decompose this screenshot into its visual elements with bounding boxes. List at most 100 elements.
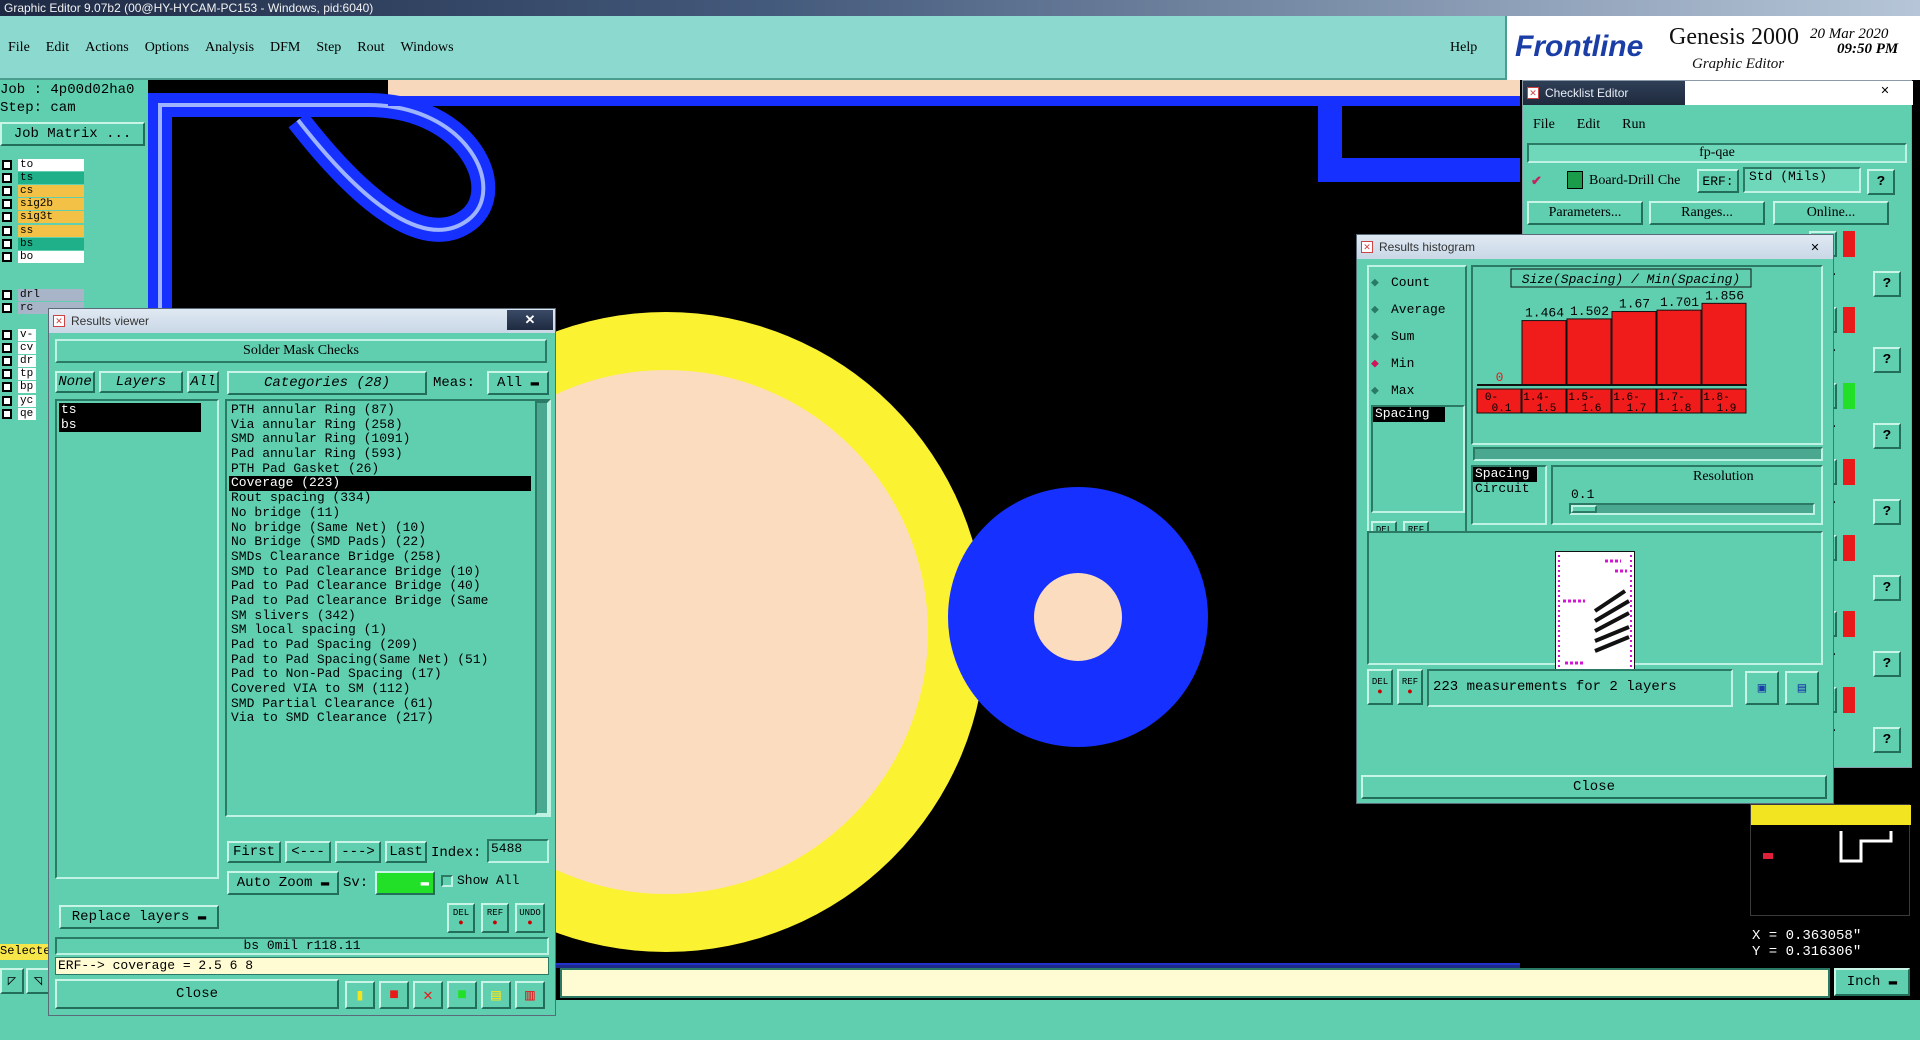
menu-edit[interactable]: Edit — [46, 40, 69, 56]
measure-item[interactable]: Spacing — [1373, 407, 1445, 422]
chart-icon[interactable]: ▥ — [515, 981, 545, 1009]
layer-name[interactable]: v- — [18, 328, 36, 341]
note-icon[interactable]: ▤ — [481, 981, 511, 1009]
checklist-menu-run[interactable]: Run — [1622, 117, 1645, 133]
layer-row[interactable]: cv — [0, 341, 50, 354]
help-icon[interactable]: ? — [1867, 169, 1895, 195]
layer-row[interactable]: sig3t — [0, 211, 120, 224]
meas-dropdown[interactable]: All ▬ — [487, 371, 549, 395]
menu-analysis[interactable]: Analysis — [205, 40, 254, 56]
help-icon[interactable]: ? — [1873, 499, 1901, 525]
layer-name[interactable]: bo — [18, 250, 84, 263]
layer-row[interactable]: bo — [0, 250, 120, 263]
layer-checkbox[interactable] — [2, 329, 12, 340]
layer-row[interactable]: yc — [0, 394, 50, 407]
viewer-close-icon[interactable]: ✕ — [507, 310, 553, 330]
menu-windows[interactable]: Windows — [401, 40, 454, 56]
layer-name[interactable]: drl — [18, 288, 84, 301]
menu-actions[interactable]: Actions — [85, 40, 129, 56]
layer-row[interactable]: qe — [0, 407, 50, 420]
resolution-slider[interactable] — [1569, 503, 1815, 515]
layer-name[interactable]: yc — [18, 394, 36, 407]
menu-help[interactable]: Help — [1450, 40, 1477, 56]
checklist-close-icon[interactable]: ✕ — [1871, 82, 1899, 98]
layer-name[interactable]: to — [18, 158, 84, 171]
prev-button[interactable]: <--- — [285, 841, 331, 863]
layer-row[interactable]: to — [0, 158, 120, 171]
layer-checkbox[interactable] — [2, 342, 12, 353]
category-item[interactable]: SMD to Pad Clearance Bridge (10) — [229, 565, 531, 580]
viewer-layer-item[interactable]: ts — [59, 403, 201, 418]
auto-zoom-dropdown[interactable]: Auto Zoom ▬ — [227, 871, 339, 895]
layer-name[interactable]: sig2b — [18, 198, 84, 211]
layer-name[interactable]: qe — [18, 407, 36, 420]
category-item[interactable]: PTH Pad Gasket (26) — [229, 462, 531, 477]
category-item[interactable]: No bridge (11) — [229, 506, 531, 521]
layer-checkbox[interactable] — [2, 395, 12, 406]
replace-layers-dropdown[interactable]: Replace layers ▬ — [59, 905, 219, 929]
radio-icon[interactable]: ◆ — [1371, 275, 1385, 290]
layer-name[interactable]: bp — [18, 381, 36, 394]
layer-checkbox[interactable] — [2, 159, 12, 170]
layer-name[interactable]: dr — [18, 354, 36, 367]
category-item[interactable]: Pad to Pad Spacing(Same Net) (51) — [229, 653, 531, 668]
sv-color-dropdown[interactable]: ▬ — [375, 871, 435, 895]
menu-options[interactable]: Options — [145, 40, 189, 56]
cross-icon[interactable]: ✕ — [413, 981, 443, 1009]
next-button[interactable]: ---> — [335, 841, 381, 863]
category-item[interactable]: Pad to Pad Clearance Bridge (Same — [229, 594, 531, 609]
attribute-item-spacing[interactable]: Spacing — [1473, 467, 1537, 482]
stop-icon[interactable]: ■ — [379, 981, 409, 1009]
radio-icon[interactable]: ◆ — [1371, 383, 1385, 398]
help-icon[interactable]: ? — [1873, 651, 1901, 677]
select-tool-icon[interactable]: ◸ — [0, 968, 24, 994]
viewer-del-icon[interactable]: DEL ● — [447, 903, 475, 933]
category-item[interactable]: Covered VIA to SM (112) — [229, 682, 531, 697]
mode-option-max[interactable]: ◆ Max — [1371, 377, 1465, 404]
action-name[interactable]: Board-Drill Che — [1589, 173, 1680, 189]
menu-step[interactable]: Step — [316, 40, 341, 56]
job-matrix-button[interactable]: Job Matrix ... — [0, 122, 145, 146]
command-line[interactable] — [560, 968, 1830, 998]
category-item[interactable]: SMD annular Ring (1091) — [229, 432, 531, 447]
layer-checkbox[interactable] — [2, 289, 12, 300]
viewer-close-button[interactable]: Close — [55, 979, 339, 1009]
category-item[interactable]: SM slivers (342) — [229, 609, 531, 624]
menu-dfm[interactable]: DFM — [270, 40, 300, 56]
zoom-tool-icon[interactable]: ◹ — [26, 968, 50, 994]
layer-checkbox[interactable] — [2, 225, 12, 236]
first-button[interactable]: First — [227, 841, 281, 863]
category-item[interactable]: SMDs Clearance Bridge (258) — [229, 550, 531, 565]
layer-row[interactable]: v- — [0, 328, 50, 341]
category-scrollbar[interactable] — [535, 401, 549, 815]
category-item[interactable]: SMD Partial Clearance (61) — [229, 697, 531, 712]
layer-checkbox[interactable] — [2, 302, 12, 313]
layer-row[interactable]: cs — [0, 184, 120, 197]
layer-row[interactable]: dr — [0, 354, 50, 367]
layer-row[interactable]: bs — [0, 237, 120, 250]
all-button[interactable]: All — [187, 371, 219, 393]
action-check-icon[interactable]: ✔ — [1531, 173, 1542, 189]
category-item[interactable]: Via to SMD Clearance (217) — [229, 711, 531, 726]
erf-value[interactable]: Std (Mils) — [1743, 167, 1861, 193]
ranges-button[interactable]: Ranges... — [1649, 201, 1765, 225]
checklist-menu-edit[interactable]: Edit — [1577, 117, 1600, 133]
category-item[interactable]: Pad to Non-Pad Spacing (17) — [229, 667, 531, 682]
layer-row[interactable]: ts — [0, 171, 120, 184]
histogram-report-icon[interactable]: ▤ — [1785, 671, 1819, 705]
index-input[interactable]: 5488 — [487, 839, 549, 863]
histogram-scrollbar[interactable] — [1473, 447, 1823, 461]
radio-icon[interactable]: ◆ — [1371, 356, 1385, 371]
layer-checkbox[interactable] — [2, 355, 12, 366]
layer-checkbox[interactable] — [2, 185, 12, 196]
filter-icon[interactable]: ▮ — [345, 981, 375, 1009]
viewer-ref-icon[interactable]: REF ● — [481, 903, 509, 933]
layer-name[interactable]: cs — [18, 184, 84, 197]
layer-name[interactable]: sig3t — [18, 211, 84, 224]
checklist-menu-file[interactable]: File — [1533, 117, 1555, 133]
menu-file[interactable]: File — [8, 40, 30, 56]
mode-option-sum[interactable]: ◆ Sum — [1371, 323, 1465, 350]
category-item[interactable]: No Bridge (SMD Pads) (22) — [229, 535, 531, 550]
layer-checkbox[interactable] — [2, 212, 12, 223]
preview-del-icon[interactable]: DEL ● — [1367, 669, 1393, 705]
